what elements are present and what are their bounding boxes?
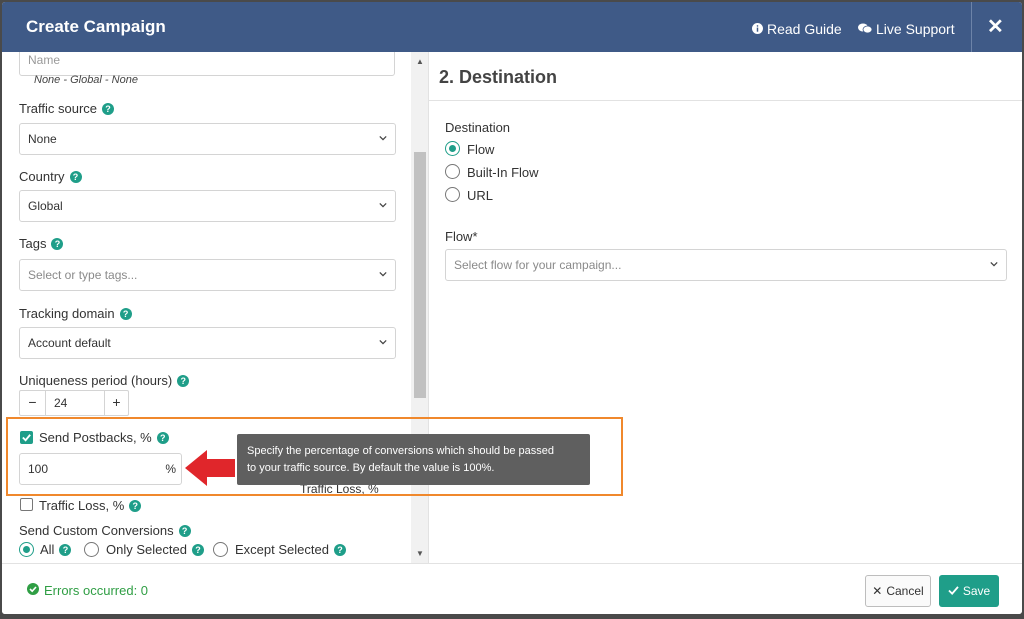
help-icon[interactable]: ? — [69, 170, 82, 183]
country-label-text: Country — [19, 169, 65, 184]
help-icon[interactable]: ? — [51, 237, 64, 250]
header-divider — [971, 2, 972, 52]
help-icon[interactable]: ? — [178, 524, 191, 537]
traffic-loss-label: Traffic Loss, % ? — [39, 498, 142, 513]
red-arrow-icon — [185, 450, 235, 486]
country-select[interactable]: Global — [19, 190, 396, 222]
modal-footer: Errors occurred: 0 ✕ Cancel Save — [2, 563, 1022, 614]
chevron-down-icon — [379, 202, 387, 208]
country-value: Global — [28, 199, 63, 213]
close-icon[interactable]: ✕ — [987, 14, 1004, 39]
scroll-up-icon[interactable]: ▲ — [415, 57, 425, 67]
destination-url-radio[interactable] — [445, 187, 460, 202]
scrollbar-thumb[interactable] — [414, 152, 426, 398]
conversions-only-selected-text: Only Selected — [106, 542, 187, 557]
destination-built-in-flow-label: Built-In Flow — [467, 165, 539, 180]
send-postbacks-tooltip: Specify the percentage of conversions wh… — [237, 434, 590, 485]
section-divider — [429, 100, 1022, 101]
conversions-only-selected-radio[interactable] — [84, 542, 99, 557]
traffic-source-value: None — [28, 132, 57, 146]
modal-header: Create Campaign Read Guide Live Support … — [2, 2, 1022, 52]
tooltip-line-1: Specify the percentage of conversions wh… — [247, 445, 554, 457]
help-icon[interactable]: ? — [129, 499, 142, 512]
create-campaign-modal: Create Campaign Read Guide Live Support … — [2, 2, 1022, 614]
live-support-link[interactable]: Live Support — [858, 21, 955, 37]
name-hint: None - Global - None — [34, 74, 138, 86]
destination-url-label: URL — [467, 188, 494, 203]
modal-title: Create Campaign — [26, 17, 166, 36]
flow-select[interactable]: Select flow for your campaign... — [445, 249, 1007, 281]
check-circle-icon — [27, 583, 39, 598]
destination-flow-radio[interactable] — [445, 141, 460, 156]
errors-text: Errors occurred: 0 — [44, 583, 149, 598]
traffic-loss-checkbox[interactable] — [20, 498, 33, 511]
tooltip-line-2: to your traffic source. By default the v… — [247, 462, 495, 474]
conversions-all-text: All — [40, 542, 55, 557]
info-circle-icon — [752, 21, 763, 37]
decrement-button[interactable]: − — [20, 391, 46, 415]
name-placeholder: Name — [28, 53, 61, 67]
increment-button[interactable]: + — [104, 391, 128, 415]
destination-label: Destination — [445, 120, 511, 135]
custom-conversions-label-text: Send Custom Conversions — [19, 523, 174, 538]
chat-bubbles-icon — [858, 21, 873, 37]
tracking-domain-label-text: Tracking domain — [19, 306, 115, 321]
country-label: Country ? — [19, 169, 82, 184]
cancel-label: Cancel — [886, 584, 924, 598]
help-icon[interactable]: ? — [191, 543, 204, 556]
read-guide-link[interactable]: Read Guide — [752, 21, 842, 37]
help-icon[interactable]: ? — [102, 102, 115, 115]
tracking-domain-select[interactable]: Account default — [19, 327, 396, 359]
chevron-down-icon — [379, 135, 387, 141]
traffic-source-label-text: Traffic source — [19, 101, 98, 116]
conversions-only-selected-label: Only Selected ? — [106, 542, 204, 557]
tracking-domain-value: Account default — [28, 336, 111, 350]
live-support-label: Live Support — [876, 21, 955, 37]
conversions-except-selected-label: Except Selected ? — [235, 542, 346, 557]
chevron-down-icon — [379, 271, 387, 277]
flow-placeholder: Select flow for your campaign... — [454, 258, 622, 272]
scroll-down-icon[interactable]: ▼ — [415, 549, 425, 559]
cancel-button[interactable]: ✕ Cancel — [865, 575, 931, 607]
destination-built-in-flow-radio[interactable] — [445, 164, 460, 179]
uniqueness-input[interactable]: 24 — [46, 391, 104, 415]
conversions-all-label: All ? — [40, 542, 72, 557]
chevron-down-icon — [379, 339, 387, 345]
tags-label-text: Tags — [19, 236, 47, 251]
uniqueness-stepper: − 24 + — [19, 390, 129, 416]
help-icon[interactable]: ? — [59, 543, 72, 556]
tags-placeholder: Select or type tags... — [28, 268, 138, 282]
conversions-except-selected-text: Except Selected — [235, 542, 329, 557]
destination-section-title: 2. Destination — [439, 67, 558, 87]
read-guide-label: Read Guide — [767, 21, 842, 37]
traffic-source-select[interactable]: None — [19, 123, 396, 155]
traffic-loss-label-text: Traffic Loss, % — [39, 498, 125, 513]
close-icon: ✕ — [872, 584, 883, 598]
tags-label: Tags ? — [19, 236, 64, 251]
uniqueness-label: Uniqueness period (hours) ? — [19, 373, 190, 388]
destination-flow-label: Flow — [467, 142, 495, 157]
save-button[interactable]: Save — [939, 575, 999, 607]
custom-conversions-label: Send Custom Conversions ? — [19, 523, 191, 538]
conversions-all-radio[interactable] — [19, 542, 34, 557]
chevron-down-icon — [990, 261, 998, 267]
check-icon — [948, 584, 959, 598]
conversions-except-selected-radio[interactable] — [213, 542, 228, 557]
tracking-domain-label: Tracking domain ? — [19, 306, 132, 321]
help-icon[interactable]: ? — [177, 374, 190, 387]
errors-status: Errors occurred: 0 — [27, 583, 148, 598]
help-icon[interactable]: ? — [119, 307, 132, 320]
save-label: Save — [962, 584, 991, 598]
flow-label: Flow* — [445, 229, 478, 244]
name-input[interactable]: Name — [19, 52, 395, 76]
help-icon[interactable]: ? — [333, 543, 346, 556]
tags-select[interactable]: Select or type tags... — [19, 259, 396, 291]
uniqueness-label-text: Uniqueness period (hours) — [19, 373, 173, 388]
traffic-source-label: Traffic source ? — [19, 101, 115, 116]
